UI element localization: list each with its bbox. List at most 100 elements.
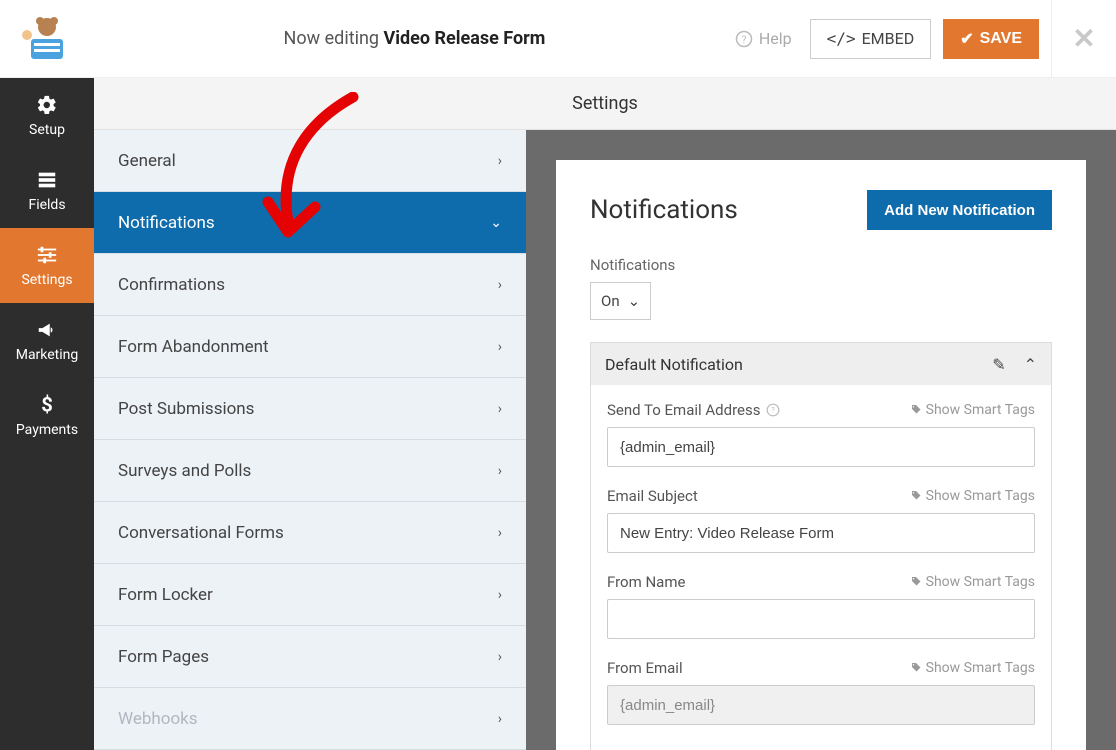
default-notification-title: Default Notification — [605, 355, 743, 374]
default-notification-header: Default Notification ✎ ⌃ — [591, 343, 1051, 385]
settings-item-notifications[interactable]: Notifications ⌄ — [94, 192, 526, 254]
nav-label: Fields — [28, 197, 65, 213]
nav-label: Setup — [29, 122, 65, 138]
form-name: Video Release Form — [383, 28, 545, 49]
chevron-right-icon: › — [498, 463, 502, 479]
settings-item-webhooks[interactable]: Webhooks › — [94, 688, 526, 750]
toggle-value: On — [601, 292, 620, 310]
chevron-right-icon: › — [498, 649, 502, 665]
settings-title: Settings — [572, 93, 638, 114]
from-email-label: From Email — [607, 659, 683, 677]
bullhorn-icon — [36, 319, 58, 341]
help-link[interactable]: ? Help — [735, 29, 792, 48]
smart-tags-label: Show Smart Tags — [926, 402, 1035, 418]
send-to-email-input[interactable] — [607, 427, 1035, 467]
nav-label: Marketing — [16, 347, 79, 363]
nav-item-marketing[interactable]: Marketing — [0, 303, 94, 378]
settings-list: General › Notifications ⌄ Confirmations … — [94, 130, 526, 750]
settings-item-label: General — [118, 151, 176, 171]
list-icon — [36, 169, 58, 191]
from-name-label: From Name — [607, 573, 685, 591]
settings-item-label: Conversational Forms — [118, 523, 284, 543]
notifications-panel: Notifications Add New Notification Notif… — [556, 160, 1086, 750]
chevron-down-icon: ⌄ — [628, 292, 641, 310]
send-to-label: Send To Email Address — [607, 401, 760, 419]
close-button[interactable]: ✕ — [1060, 22, 1108, 55]
settings-item-general[interactable]: General › — [94, 130, 526, 192]
check-icon: ✔ — [960, 29, 973, 49]
chevron-right-icon: › — [498, 525, 502, 541]
settings-item-surveys-and-polls[interactable]: Surveys and Polls › — [94, 440, 526, 502]
chevron-right-icon: › — [498, 401, 502, 417]
header-divider: ✕ — [1051, 0, 1116, 78]
settings-item-confirmations[interactable]: Confirmations › — [94, 254, 526, 316]
settings-item-label: Form Pages — [118, 647, 209, 667]
settings-item-label: Post Submissions — [118, 399, 254, 419]
collapse-icon[interactable]: ⌃ — [1024, 355, 1037, 374]
from-email-input[interactable] — [607, 685, 1035, 725]
settings-item-form-pages[interactable]: Form Pages › — [94, 626, 526, 688]
email-subject-label: Email Subject — [607, 487, 698, 505]
sliders-icon — [36, 244, 58, 266]
gear-icon — [36, 94, 58, 116]
svg-text:?: ? — [772, 406, 776, 414]
svg-text:?: ? — [741, 32, 746, 45]
nav-label: Payments — [16, 422, 78, 438]
nav-label: Settings — [21, 272, 72, 288]
nav-item-fields[interactable]: Fields — [0, 153, 94, 228]
nav-item-settings[interactable]: Settings — [0, 228, 94, 303]
settings-title-bar: Settings — [94, 78, 1116, 130]
save-label: SAVE — [980, 30, 1022, 48]
editing-label: Now editing Video Release Form — [94, 28, 735, 49]
email-subject-input[interactable] — [607, 513, 1035, 553]
tag-icon — [910, 490, 922, 502]
show-smart-tags-link[interactable]: Show Smart Tags — [910, 402, 1035, 418]
from-name-input[interactable] — [607, 599, 1035, 639]
settings-item-label: Notifications — [118, 213, 215, 233]
settings-item-label: Surveys and Polls — [118, 461, 251, 481]
embed-label: EMBED — [862, 29, 915, 48]
chevron-right-icon: › — [498, 153, 502, 169]
settings-item-label: Form Abandonment — [118, 337, 269, 357]
chevron-right-icon: › — [498, 711, 502, 727]
notifications-toggle-select[interactable]: On ⌄ — [590, 282, 651, 320]
add-new-notification-button[interactable]: Add New Notification — [867, 190, 1052, 230]
dollar-icon: $ — [36, 394, 58, 416]
chevron-right-icon: › — [498, 587, 502, 603]
settings-item-form-abandonment[interactable]: Form Abandonment › — [94, 316, 526, 378]
nav-item-payments[interactable]: $ Payments — [0, 378, 94, 453]
smart-tags-label: Show Smart Tags — [926, 660, 1035, 676]
smart-tags-label: Show Smart Tags — [926, 488, 1035, 504]
chevron-right-icon: › — [498, 277, 502, 293]
notifications-toggle-label: Notifications — [590, 256, 1052, 274]
smart-tags-label: Show Smart Tags — [926, 574, 1035, 590]
settings-item-label: Confirmations — [118, 275, 225, 295]
app-logo — [0, 0, 94, 78]
help-icon[interactable]: ? — [766, 403, 780, 417]
help-label: Help — [759, 29, 792, 48]
embed-button[interactable]: </> EMBED — [810, 19, 932, 59]
nav-spacer — [0, 453, 94, 750]
show-smart-tags-link[interactable]: Show Smart Tags — [910, 660, 1035, 676]
chevron-down-icon: ⌄ — [490, 215, 502, 231]
editing-prefix: Now editing — [284, 28, 384, 49]
settings-item-form-locker[interactable]: Form Locker › — [94, 564, 526, 626]
panel-title: Notifications — [590, 195, 738, 225]
default-notification-box: Default Notification ✎ ⌃ Send To Email A… — [590, 342, 1052, 750]
right-panel-wrapper: Notifications Add New Notification Notif… — [526, 130, 1116, 750]
show-smart-tags-link[interactable]: Show Smart Tags — [910, 574, 1035, 590]
svg-text:$: $ — [41, 394, 53, 416]
chevron-right-icon: › — [498, 339, 502, 355]
show-smart-tags-link[interactable]: Show Smart Tags — [910, 488, 1035, 504]
tag-icon — [910, 662, 922, 674]
save-button[interactable]: ✔ SAVE — [943, 19, 1039, 59]
nav-item-setup[interactable]: Setup — [0, 78, 94, 153]
settings-item-conversational-forms[interactable]: Conversational Forms › — [94, 502, 526, 564]
tag-icon — [910, 576, 922, 588]
settings-item-post-submissions[interactable]: Post Submissions › — [94, 378, 526, 440]
add-button-label: Add New Notification — [884, 202, 1035, 219]
tag-icon — [910, 404, 922, 416]
settings-item-label: Webhooks — [118, 709, 198, 729]
settings-item-label: Form Locker — [118, 585, 213, 605]
edit-icon[interactable]: ✎ — [992, 355, 1005, 374]
